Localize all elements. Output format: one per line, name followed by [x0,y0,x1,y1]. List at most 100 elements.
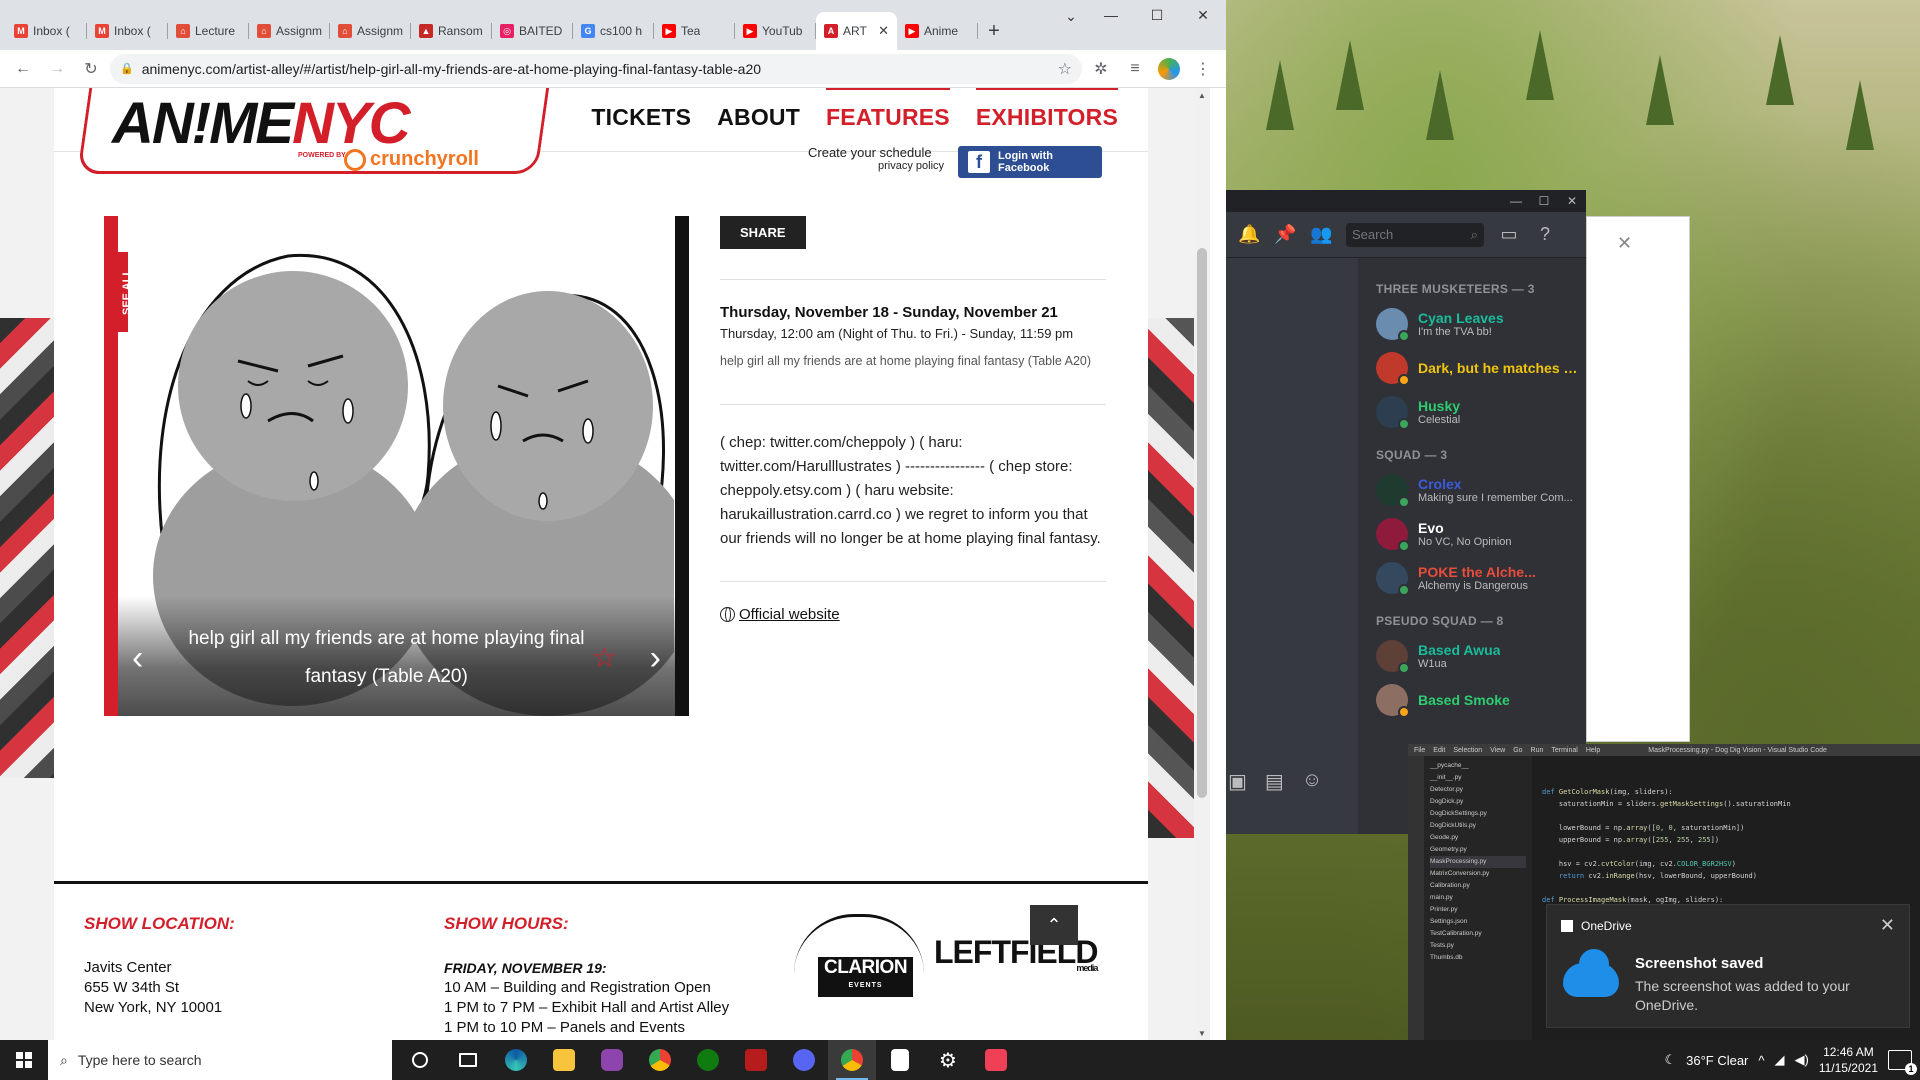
discord-icon[interactable] [780,1040,828,1080]
vscode-menu-item[interactable]: Help [1586,747,1600,754]
vscode-menu-item[interactable]: File [1414,747,1425,754]
onedrive-toast[interactable]: OneDrive ✕ Screenshot saved The screensh… [1546,904,1910,1028]
explorer-file[interactable]: TestCalibration.py [1430,928,1526,940]
volume-icon[interactable]: ◀) [1795,1052,1809,1068]
weather-text[interactable]: 36°F Clear [1686,1053,1748,1068]
member-item[interactable]: Evo No VC, No Opinion [1376,512,1578,556]
extensions-icon[interactable]: ✲ [1086,54,1116,84]
back-icon[interactable]: ← [8,54,38,84]
browser-tab[interactable]: ◎ BAITED [492,12,573,50]
network-icon[interactable]: ◢ [1775,1052,1785,1068]
nav-exhibitors[interactable]: EXHIBITORS [975,88,1119,131]
browser-tab[interactable]: ▶ YouTub [735,12,816,50]
bell-icon[interactable]: 🔔 [1238,224,1260,245]
inbox-icon[interactable]: ▭ [1498,224,1520,245]
vscode-menu-item[interactable]: Terminal [1551,747,1577,754]
chrome-active-icon[interactable] [828,1040,876,1080]
reload-icon[interactable]: ↻ [76,54,106,84]
sticker-icon[interactable]: ▤ [1265,769,1284,794]
vscode-icon[interactable] [876,1040,924,1080]
file-explorer-icon[interactable] [540,1040,588,1080]
member-item[interactable]: Based Awua W1ua [1376,634,1578,678]
site-logo[interactable]: AN!MENYC [112,90,411,157]
task-view-icon[interactable] [444,1040,492,1080]
explorer-file[interactable]: Tests.py [1430,940,1526,952]
vscode-menu-item[interactable]: Run [1531,747,1544,754]
member-item[interactable]: Crolex Making sure I remember Com... [1376,468,1578,512]
close-window-button[interactable]: ✕ [1558,190,1586,212]
explorer-file[interactable]: __pycache__ [1430,760,1526,772]
instagram-icon[interactable] [588,1040,636,1080]
prev-slide-button[interactable]: ‹ [132,639,143,678]
toast-close-icon[interactable]: ✕ [1880,915,1895,936]
discord-search-input[interactable]: Search ⌕ [1346,222,1484,247]
explorer-file[interactable]: DogDickSettings.py [1430,808,1526,820]
explorer-file[interactable]: Geode.py [1430,832,1526,844]
pin-icon[interactable]: 📌 [1274,224,1296,245]
url-text[interactable]: animenyc.com/artist-alley/#/artist/help-… [142,61,1050,77]
reading-list-icon[interactable]: ≡ [1120,54,1150,84]
minimize-button[interactable]: — [1502,190,1530,212]
browser-tab[interactable]: ▶ Tea [654,12,735,50]
scroll-down-icon[interactable]: ▼ [1194,1026,1210,1040]
vscode-menu-item[interactable]: Go [1513,747,1522,754]
browser-tab[interactable]: Gcs100 h [573,12,654,50]
vscode-menu-item[interactable]: View [1490,747,1505,754]
back-to-top-button[interactable]: ⌃ [1030,905,1078,945]
vscode-menu-item[interactable]: Edit [1433,747,1445,754]
member-item[interactable]: Dark, but he matches t... [1376,346,1578,390]
scroll-up-icon[interactable]: ▲ [1194,88,1210,102]
explorer-file[interactable]: Detector.py [1430,784,1526,796]
tab-close-icon[interactable]: ✕ [878,23,889,39]
close-icon[interactable]: ✕ [1617,233,1632,254]
nav-tickets[interactable]: TICKETS [591,104,691,131]
notification-center-icon[interactable] [1888,1050,1917,1075]
official-website-link[interactable]: Official website [720,606,1106,623]
clock[interactable]: 12:46 AM 11/15/2021 [1819,1044,1878,1076]
explorer-file[interactable]: Thumbs.db [1430,952,1526,964]
explorer-file[interactable]: __init__.py [1430,772,1526,784]
browser-tab[interactable]: ⌂ Assignm [249,12,330,50]
browser-tab[interactable]: ⌂ Assignm [330,12,411,50]
nav-about[interactable]: ABOUT [717,104,800,131]
favorite-star-icon[interactable]: ☆ [592,641,617,674]
next-slide-button[interactable]: › [650,639,661,678]
menu-kebab-icon[interactable]: ⋮ [1188,54,1218,84]
bookmark-star-icon[interactable]: ☆ [1058,59,1072,79]
member-item[interactable]: POKE the Alche... Alchemy is Dangerous [1376,556,1578,600]
chrome-icon[interactable] [636,1040,684,1080]
privacy-policy-link[interactable]: privacy policy [878,160,944,172]
explorer-file[interactable]: MatrixConversion.py [1430,868,1526,880]
forward-icon[interactable]: → [42,54,72,84]
game-app-icon[interactable] [732,1040,780,1080]
clarion-events-logo[interactable]: CLARION EVENTS [794,914,924,997]
browser-tab[interactable]: A ART ✕ [816,12,897,50]
share-button[interactable]: SHARE [720,216,806,249]
browser-tab[interactable]: ▲ Ransom [411,12,492,50]
facebook-login-button[interactable]: f Login with Facebook [958,146,1102,178]
explorer-file[interactable]: Calibration.py [1430,880,1526,892]
explorer-file[interactable]: Geometry.py [1430,844,1526,856]
start-button[interactable] [0,1040,48,1080]
browser-tab[interactable]: M Inbox ( [87,12,168,50]
maximize-button[interactable]: ☐ [1134,0,1180,30]
emoji-icon[interactable]: ☺ [1302,769,1322,794]
new-tab-button[interactable]: + [978,12,1010,50]
cortana-icon[interactable] [396,1040,444,1080]
settings-gear-icon[interactable]: ⚙ [924,1040,972,1080]
members-icon[interactable]: 👥 [1310,224,1332,245]
tab-search-icon[interactable]: ⌄ [1056,4,1086,28]
weather-moon-icon[interactable]: ☾ [1664,1052,1676,1068]
pocket-icon[interactable] [972,1040,1020,1080]
explorer-file[interactable]: main.py [1430,892,1526,904]
edge-icon[interactable] [492,1040,540,1080]
scroll-thumb[interactable] [1197,248,1207,798]
help-icon[interactable]: ? [1534,224,1556,245]
member-item[interactable]: Husky Celestial [1376,390,1578,434]
tray-chevron-icon[interactable]: ^ [1758,1053,1764,1068]
browser-tab[interactable]: M Inbox ( [6,12,87,50]
explorer-file[interactable]: DogDick.py [1430,796,1526,808]
member-item[interactable]: Cyan Leaves I'm the TVA bb! [1376,302,1578,346]
vscode-menu-item[interactable]: Selection [1453,747,1482,754]
close-window-button[interactable]: ✕ [1180,0,1226,30]
